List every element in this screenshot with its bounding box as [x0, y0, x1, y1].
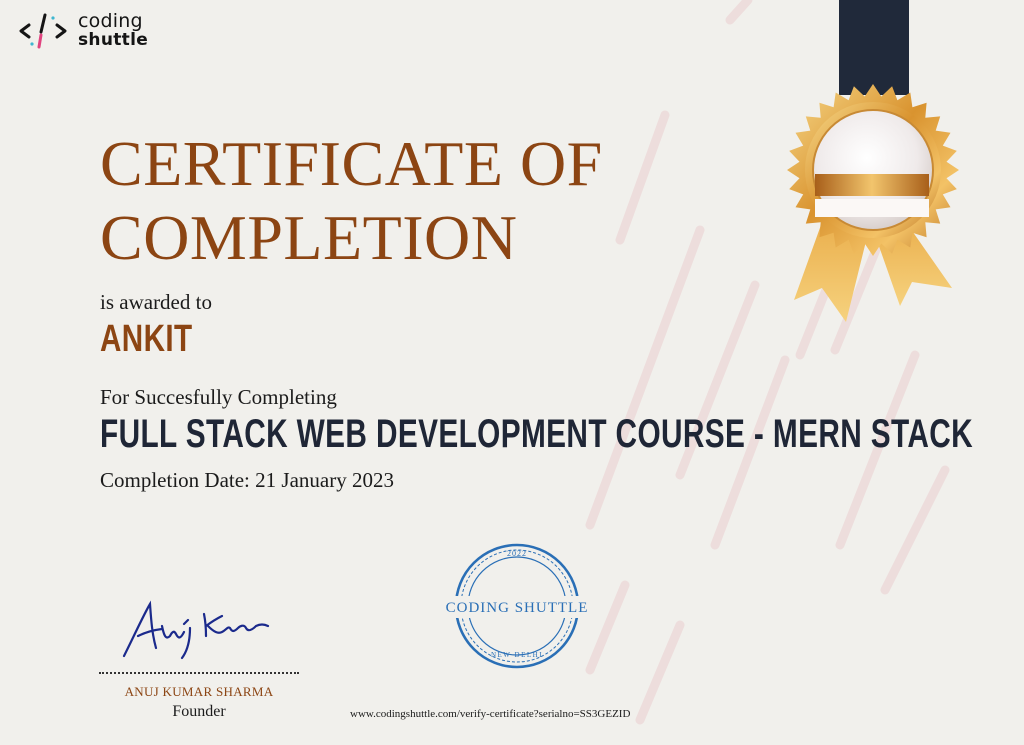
company-seal: 2022 CODING SHUTTLE NEW DELHI — [440, 543, 595, 669]
completion-date-value: 21 January 2023 — [255, 468, 394, 492]
seal-year: 2022 — [507, 549, 527, 558]
founder-signature — [122, 600, 270, 660]
recipient-name: ANKIT — [100, 318, 193, 360]
award-badge — [787, 0, 959, 322]
coding-shuttle-logo: coding shuttle — [18, 10, 148, 52]
for-completing-text: For Succesfully Completing — [100, 385, 337, 409]
title-line-1: CERTIFICATE OF — [100, 128, 603, 199]
course-title: FULL STACK WEB DEVELOPMENT COURSE - MERN… — [100, 412, 974, 456]
code-brackets-icon — [19, 13, 67, 49]
certificate-title: CERTIFICATE OF COMPLETION — [100, 127, 603, 275]
logo-word-shuttle: shuttle — [78, 30, 149, 50]
signatory-name: ANUJ KUMAR SHARMA — [124, 684, 274, 699]
completion-date-row: Completion Date: 21 January 2023 — [100, 468, 394, 493]
seal-name: CODING SHUTTLE — [446, 600, 589, 616]
awarded-to-text: is awarded to — [100, 290, 212, 314]
signature-line — [99, 672, 299, 674]
certificate-page: coding shuttle CERTIFICATE OF COMPLETION… — [0, 0, 1024, 745]
seal-city: NEW DELHI — [491, 651, 543, 659]
signatory-role: Founder — [172, 703, 226, 720]
logo-word-coding: coding — [78, 10, 143, 32]
title-line-2: COMPLETION — [100, 202, 518, 273]
verify-url: www.codingshuttle.com/verify-certificate… — [350, 708, 631, 720]
completion-date-label: Completion Date: — [100, 468, 250, 492]
